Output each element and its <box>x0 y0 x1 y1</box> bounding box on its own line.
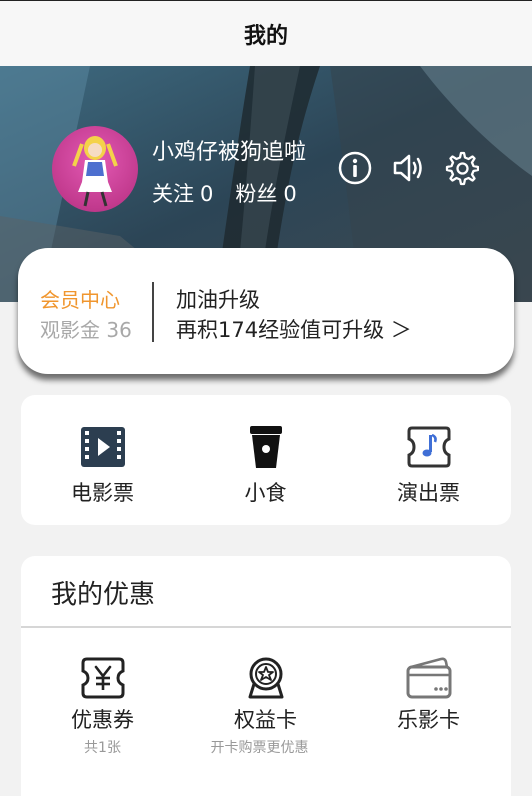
settings-icon[interactable] <box>443 150 479 186</box>
member-center-label[interactable]: 会员中心 <box>40 284 120 313</box>
avatar[interactable] <box>52 126 138 212</box>
upgrade-link[interactable]: 再积174经验值可升级 ＞ <box>176 314 412 344</box>
follow-stats: 关注 0 粉丝 0 <box>152 178 297 208</box>
upgrade-title: 加油升级 <box>176 288 260 312</box>
yen-ticket-icon <box>79 654 127 702</box>
username[interactable]: 小鸡仔被狗追啦 <box>152 134 306 166</box>
sound-icon[interactable] <box>391 150 427 186</box>
coupon-label: 权益卡 <box>234 708 297 732</box>
fans-stat[interactable]: 粉丝 0 <box>235 178 296 208</box>
service-label: 电影票 <box>71 481 134 505</box>
following-count: 0 <box>200 182 214 206</box>
coupon-label: 乐影卡 <box>397 708 460 732</box>
coupon-sub: 共1张 <box>84 740 121 756</box>
member-divider <box>152 282 154 342</box>
service-label: 小食 <box>244 481 287 505</box>
coupon-vouchers[interactable]: 优惠券 共1张 <box>21 654 184 758</box>
coupon-benefit-card[interactable]: 权益卡 开卡购票更优惠 <box>184 654 347 758</box>
card-icon <box>405 654 453 702</box>
following-label: 关注 <box>152 182 194 206</box>
medal-icon <box>242 654 290 702</box>
film-icon <box>79 423 127 471</box>
member-card[interactable]: 会员中心 观影金 36 加油升级 再积174经验值可升级 ＞ <box>18 248 514 374</box>
page-title: 我的 <box>243 23 288 49</box>
coupon-movie-card[interactable]: 乐影卡 <box>347 654 510 734</box>
info-icon[interactable] <box>337 150 373 186</box>
service-label: 演出票 <box>397 481 460 505</box>
fans-label: 粉丝 <box>235 182 278 206</box>
cup-icon <box>242 423 290 471</box>
services-card: 电影票 小食 演出票 <box>21 395 511 525</box>
music-ticket-icon <box>405 423 453 471</box>
coupons-divider <box>21 626 511 628</box>
coin-balance: 观影金 36 <box>40 318 132 342</box>
top-bar: 我的 <box>0 0 532 66</box>
fans-count: 0 <box>283 182 297 206</box>
following-stat[interactable]: 关注 0 <box>152 178 213 208</box>
coupon-sub: 开卡购票更优惠 <box>210 740 309 756</box>
service-show-ticket[interactable]: 演出票 <box>347 395 510 525</box>
coupons-title: 我的优惠 <box>51 580 156 610</box>
avatar-character-icon <box>72 136 118 207</box>
service-snacks[interactable]: 小食 <box>184 395 347 525</box>
service-movie-ticket[interactable]: 电影票 <box>21 395 184 525</box>
coupon-label: 优惠券 <box>71 708 134 732</box>
coupons-card: 我的优惠 优惠券 共1张 权益卡 开卡购票更优惠 乐影卡 <box>21 556 511 796</box>
